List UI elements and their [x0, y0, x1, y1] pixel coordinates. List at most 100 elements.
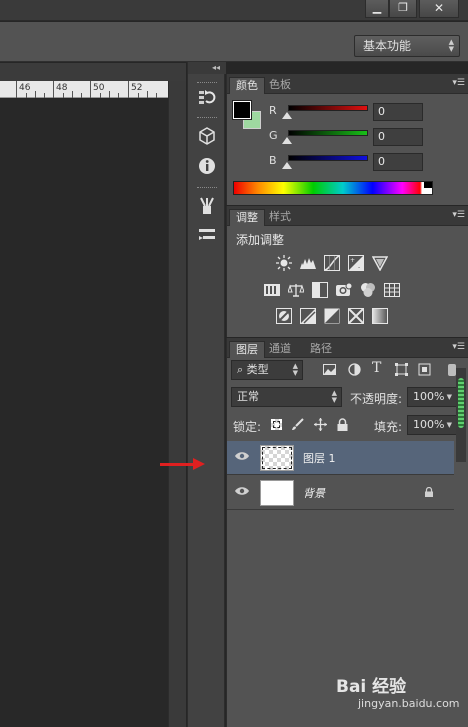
- workspace-select[interactable]: 基本功能 ▲ ▼: [354, 35, 460, 57]
- dock-grip[interactable]: [197, 187, 217, 189]
- fill-label: 填充:: [374, 420, 403, 434]
- color-lookup-icon[interactable]: [384, 282, 400, 298]
- green-slider-thumb[interactable]: [282, 137, 292, 144]
- color-spectrum-bar[interactable]: [233, 181, 433, 195]
- posterize-icon[interactable]: [300, 308, 316, 324]
- ruler-tick: [63, 93, 64, 98]
- adjustment-filter-icon[interactable]: [348, 363, 361, 376]
- fill-field[interactable]: 100% ▼: [407, 415, 457, 435]
- options-bar: 基本功能 ▲ ▼: [0, 22, 468, 62]
- ruler-label: 48: [56, 83, 68, 93]
- spectrum-white-swatch[interactable]: [424, 188, 432, 194]
- tab-channels[interactable]: 通道: [263, 341, 297, 358]
- gradient-map-icon[interactable]: [372, 308, 388, 324]
- threshold-icon[interactable]: [324, 308, 340, 324]
- dropdown-arrow-icon: ▼: [446, 421, 452, 429]
- history-icon[interactable]: [197, 88, 217, 108]
- layer-name[interactable]: 图层 1: [303, 450, 336, 466]
- black-white-icon[interactable]: [312, 282, 328, 298]
- shape-filter-icon[interactable]: [395, 363, 408, 376]
- opacity-value: 100%: [413, 390, 445, 403]
- blue-slider-track[interactable]: [288, 155, 368, 161]
- ruler-tick: [26, 93, 27, 98]
- curves-icon[interactable]: [324, 255, 340, 271]
- tab-color[interactable]: 颜色: [229, 77, 265, 94]
- blend-mode-select[interactable]: 正常 ▲ ▼: [231, 387, 342, 407]
- green-slider-track[interactable]: [288, 130, 368, 136]
- tab-paths[interactable]: 路径: [304, 341, 338, 358]
- color-balance-icon[interactable]: [288, 282, 304, 298]
- layers-panel: 图层 通道 路径 ▾☰ ⌕ 类型 ▲ ▼ T 正常 ▲ ▼ 不透明度: 100% ▼…: [226, 338, 468, 727]
- collapse-dock-button[interactable]: ◂◂: [188, 62, 226, 74]
- blend-mode-value: 正常: [237, 390, 259, 403]
- scrollbar-thumb[interactable]: [458, 378, 464, 428]
- invert-icon[interactable]: [276, 308, 292, 324]
- document-canvas[interactable]: [0, 99, 168, 727]
- layers-scrollbar[interactable]: [456, 368, 466, 462]
- color-panel: 颜色 色板 ▾☰ R 0 G 0 B 0: [226, 74, 468, 205]
- blue-value-field[interactable]: 0: [373, 153, 423, 171]
- title-bar: ▁ ❐ ✕: [0, 0, 468, 21]
- levels-icon[interactable]: [300, 255, 316, 271]
- pixel-filter-icon[interactable]: [323, 363, 336, 376]
- minimize-button[interactable]: ▁: [365, 0, 389, 18]
- tab-adjustments[interactable]: 调整: [229, 209, 265, 226]
- select-arrows-icon: ▲ ▼: [448, 38, 454, 53]
- ruler-tick: [81, 93, 82, 98]
- annotation-arrow: [160, 463, 196, 466]
- panel-menu-icon[interactable]: ▾☰: [452, 342, 465, 352]
- selective-color-icon[interactable]: [348, 308, 364, 324]
- layer-row-layer1[interactable]: 图层 1: [227, 441, 454, 475]
- tool-presets-icon[interactable]: [197, 224, 217, 244]
- lock-position-icon[interactable]: [314, 418, 327, 431]
- red-slider-thumb[interactable]: [282, 112, 292, 119]
- layer-filter-select[interactable]: ⌕ 类型 ▲ ▼: [231, 360, 303, 380]
- maximize-button[interactable]: ❐: [389, 0, 417, 18]
- green-value-field[interactable]: 0: [373, 128, 423, 146]
- red-value-field[interactable]: 0: [373, 103, 423, 121]
- lock-transparent-pixels-icon[interactable]: [271, 419, 282, 430]
- red-slider-track[interactable]: [288, 105, 368, 111]
- ruler-tick: [156, 93, 157, 98]
- close-button[interactable]: ✕: [419, 0, 459, 18]
- lock-all-icon[interactable]: [337, 418, 348, 431]
- opacity-label: 不透明度:: [350, 392, 403, 406]
- brightness-contrast-icon[interactable]: [276, 255, 292, 271]
- ruler-tick: [72, 91, 73, 98]
- annotation-arrow-head: [193, 458, 205, 470]
- foreground-color-swatch[interactable]: [232, 100, 252, 120]
- document-tab-strip: [0, 63, 186, 81]
- channel-mixer-icon[interactable]: [360, 282, 376, 298]
- type-filter-icon[interactable]: T: [372, 360, 381, 376]
- panel-menu-icon[interactable]: ▾☰: [452, 78, 465, 88]
- layer-name[interactable]: 背景: [303, 485, 325, 501]
- hue-saturation-icon[interactable]: [264, 282, 280, 298]
- blue-slider-thumb[interactable]: [282, 162, 292, 169]
- dock-grip[interactable]: [197, 82, 217, 84]
- panel-menu-icon[interactable]: ▾☰: [452, 210, 465, 220]
- layer-row-background[interactable]: 背景: [227, 476, 454, 510]
- smart-object-filter-icon[interactable]: [418, 363, 431, 376]
- brush-icon[interactable]: [197, 196, 217, 216]
- 3d-icon[interactable]: [197, 126, 217, 146]
- ruler-tick: [44, 93, 45, 98]
- color-panel-tabs: 颜色 色板 ▾☰: [227, 74, 468, 94]
- lock-image-pixels-icon[interactable]: [291, 418, 304, 431]
- info-icon[interactable]: [197, 156, 217, 176]
- visibility-eye-icon[interactable]: [235, 486, 249, 496]
- fill-value: 100%: [413, 418, 445, 431]
- tab-swatches[interactable]: 色板: [263, 77, 297, 94]
- tab-layers[interactable]: 图层: [229, 341, 265, 358]
- dock-grip[interactable]: [197, 117, 217, 119]
- adjustments-panel: 调整 样式 ▾☰ 添加调整 + -: [226, 206, 468, 337]
- vibrance-icon[interactable]: [372, 255, 388, 271]
- filter-toggle-switch[interactable]: [448, 364, 456, 376]
- filter-kind-label: 类型: [246, 363, 269, 376]
- visibility-eye-icon[interactable]: [235, 451, 249, 461]
- vertical-scrollbar[interactable]: [168, 81, 186, 727]
- opacity-field[interactable]: 100% ▼: [407, 387, 457, 407]
- layer-thumbnail: [260, 445, 294, 471]
- exposure-icon[interactable]: +-: [348, 255, 364, 271]
- photo-filter-icon[interactable]: [336, 282, 352, 298]
- tab-styles[interactable]: 样式: [263, 209, 297, 226]
